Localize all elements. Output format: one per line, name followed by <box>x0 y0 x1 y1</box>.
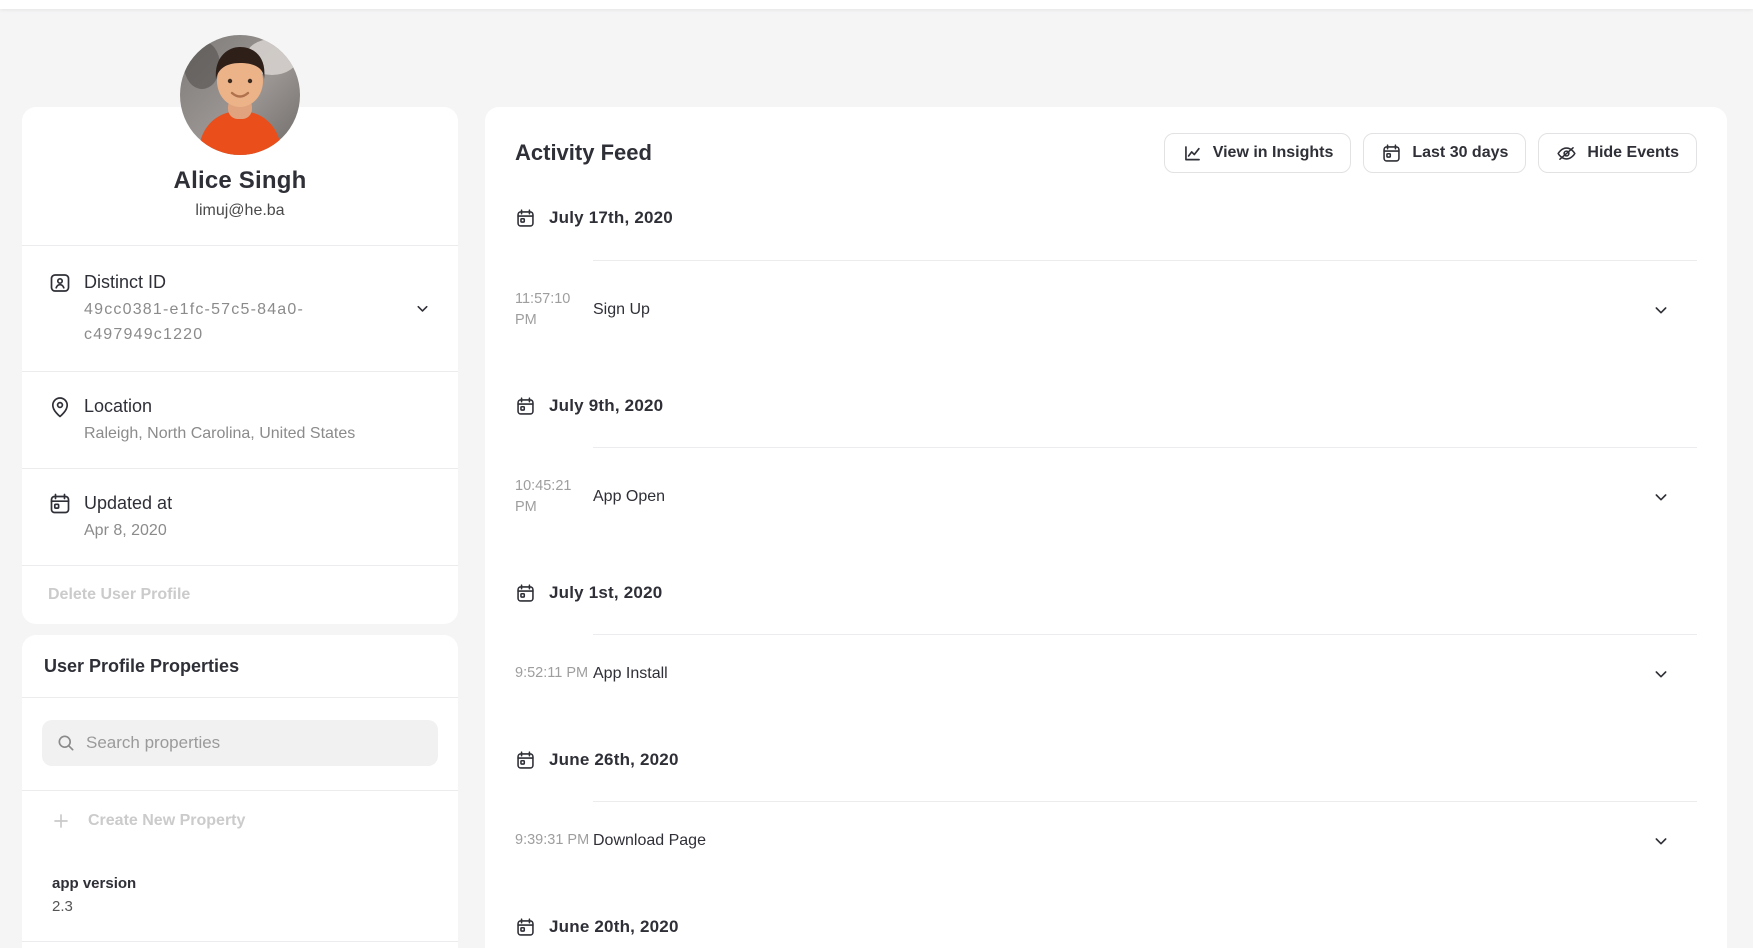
event-name: Download Page <box>593 830 706 852</box>
updated-at-section: Updated at Apr 8, 2020 <box>22 469 458 566</box>
distinct-id-label: Distinct ID <box>84 270 414 294</box>
avatar <box>180 35 300 155</box>
feed-date-heading: July 9th, 2020 <box>515 357 1697 447</box>
chevron-down-icon[interactable] <box>1653 302 1669 318</box>
feed-date-label: July 17th, 2020 <box>549 207 673 229</box>
feed-group: June 26th, 2020 9:39:31 PM Download Page <box>515 711 1697 878</box>
feed-date-label: June 26th, 2020 <box>549 749 679 771</box>
property-name: app version <box>52 873 428 894</box>
event-time: 10:45:21 PM <box>515 447 593 544</box>
properties-search-section <box>22 698 458 791</box>
id-card-icon <box>48 271 72 347</box>
event-row[interactable]: 9:52:11 PM App Install <box>515 634 1697 711</box>
feed-body: July 17th, 2020 11:57:10 PM Sign Up <box>485 173 1727 948</box>
calendar-icon <box>515 917 536 938</box>
properties-title-row: User Profile Properties <box>22 635 458 698</box>
profile-name: Alice Singh <box>42 167 438 195</box>
chevron-down-icon[interactable] <box>1653 833 1669 849</box>
feed-date-heading: June 26th, 2020 <box>515 711 1697 801</box>
calendar-icon <box>515 583 536 604</box>
calendar-icon <box>515 750 536 771</box>
feed-date-label: July 1st, 2020 <box>549 582 662 604</box>
hide-events-label: Hide Events <box>1587 144 1679 162</box>
event-row[interactable]: 10:45:21 PM App Open <box>515 447 1697 544</box>
search-icon <box>56 733 76 753</box>
feed-date-heading: July 1st, 2020 <box>515 544 1697 634</box>
view-in-insights-label: View in Insights <box>1213 144 1334 162</box>
feed-group: July 1st, 2020 9:52:11 PM App Install <box>515 544 1697 711</box>
distinct-id-section: Distinct ID 49cc0381-e1fc-57c5-84a0- c49… <box>22 246 458 372</box>
calendar-icon <box>515 396 536 417</box>
updated-at-value: Apr 8, 2020 <box>84 518 432 543</box>
calendar-icon <box>515 208 536 229</box>
create-new-property-label: Create New Property <box>88 810 245 832</box>
property-value: 2.3 <box>52 896 428 917</box>
properties-title: User Profile Properties <box>44 655 436 677</box>
search-properties-input[interactable] <box>86 733 424 753</box>
create-new-property-button[interactable]: Create New Property <box>22 791 458 851</box>
distinct-id-value-line1: 49cc0381-e1fc-57c5-84a0- <box>84 297 414 322</box>
chevron-down-icon[interactable] <box>414 300 432 317</box>
feed-actions: View in Insights Last 30 days <box>1164 133 1697 173</box>
feed-date-label: June 20th, 2020 <box>549 916 679 938</box>
event-time: 9:52:11 PM <box>515 634 593 711</box>
feed-group: July 17th, 2020 11:57:10 PM Sign Up <box>515 173 1697 357</box>
calendar-icon <box>1381 143 1402 164</box>
chevron-down-icon[interactable] <box>1653 489 1669 505</box>
profile-email: limuj@he.ba <box>42 201 438 221</box>
updated-at-label: Updated at <box>84 491 432 515</box>
top-nav-edge <box>0 0 1753 9</box>
property-list-item[interactable]: app version 2.3 <box>22 851 458 942</box>
delete-user-profile-button[interactable]: Delete User Profile <box>48 586 190 603</box>
feed-group: July 9th, 2020 10:45:21 PM App Open <box>515 357 1697 544</box>
event-row[interactable]: 11:57:10 PM Sign Up <box>515 260 1697 357</box>
location-value: Raleigh, North Carolina, United States <box>84 421 432 446</box>
activity-feed-header: Activity Feed View in Insights <box>485 107 1727 173</box>
chevron-down-icon[interactable] <box>1653 666 1669 682</box>
line-chart-icon <box>1182 143 1203 164</box>
properties-search-box[interactable] <box>42 720 438 766</box>
plus-icon <box>52 812 70 830</box>
hide-events-button[interactable]: Hide Events <box>1538 133 1697 173</box>
event-time: 11:57:10 PM <box>515 260 593 357</box>
feed-date-label: July 9th, 2020 <box>549 395 663 417</box>
date-range-label: Last 30 days <box>1412 144 1508 162</box>
delete-user-profile-row: Delete User Profile <box>22 566 458 624</box>
user-profile-properties-card: User Profile Properties Create New Prope… <box>22 635 458 948</box>
view-in-insights-button[interactable]: View in Insights <box>1164 133 1352 173</box>
feed-date-heading: June 20th, 2020 <box>515 878 1697 948</box>
eye-off-icon <box>1556 143 1577 164</box>
feed-date-heading: July 17th, 2020 <box>515 173 1697 260</box>
event-name: Sign Up <box>593 299 650 321</box>
event-row[interactable]: 9:39:31 PM Download Page <box>515 801 1697 878</box>
calendar-icon <box>48 492 72 543</box>
location-section: Location Raleigh, North Carolina, United… <box>22 372 458 469</box>
event-time: 9:39:31 PM <box>515 801 593 878</box>
location-pin-icon <box>48 395 72 446</box>
distinct-id-value-line2: c497949c1220 <box>84 322 414 347</box>
activity-feed-card: Activity Feed View in Insights <box>485 107 1727 948</box>
feed-group: June 20th, 2020 <box>515 878 1697 948</box>
activity-feed-title: Activity Feed <box>515 133 652 173</box>
date-range-button[interactable]: Last 30 days <box>1363 133 1526 173</box>
location-label: Location <box>84 394 432 418</box>
event-name: App Install <box>593 663 668 685</box>
profile-card: Alice Singh limuj@he.ba Distinct ID 49cc… <box>22 107 458 624</box>
event-name: App Open <box>593 486 665 508</box>
